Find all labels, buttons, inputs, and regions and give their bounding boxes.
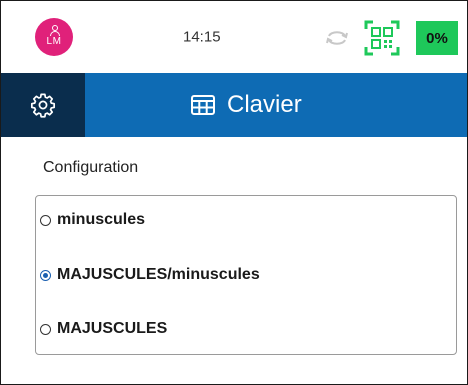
option-label: MAJUSCULES: [57, 320, 168, 337]
person-icon: [49, 24, 60, 36]
radio-button[interactable]: [40, 214, 51, 226]
app-header: Clavier: [1, 73, 467, 137]
avatar-initials: LM: [46, 35, 62, 47]
battery-indicator: 0%: [416, 21, 458, 55]
configuration-label: Configuration: [43, 159, 139, 176]
sync-icon: [326, 31, 348, 45]
option-label: minuscules: [57, 211, 146, 228]
radio-button[interactable]: [40, 323, 51, 335]
settings-button[interactable]: [1, 73, 85, 137]
keyboard-icon: [191, 95, 215, 115]
radio-button-selected[interactable]: [40, 269, 51, 281]
page-title-text: Clavier: [227, 91, 302, 118]
status-time: 14:15: [183, 28, 221, 46]
qr-code-icon[interactable]: [364, 20, 400, 56]
avatar[interactable]: LM: [35, 18, 73, 56]
page-title: Clavier: [191, 73, 302, 137]
configuration-options: minuscules MAJUSCULES/minuscules MAJUSCU…: [35, 195, 457, 355]
option-lowercase[interactable]: minuscules: [40, 208, 145, 232]
option-uppercase[interactable]: MAJUSCULES: [40, 317, 167, 341]
option-mixed-case[interactable]: MAJUSCULES/minuscules: [40, 263, 260, 287]
app-frame: LM 14:15 0% Clavier Configuration minusc…: [0, 0, 468, 385]
gear-icon: [30, 93, 56, 118]
option-label: MAJUSCULES/minuscules: [57, 266, 260, 283]
status-bar: LM 14:15 0%: [1, 1, 467, 73]
